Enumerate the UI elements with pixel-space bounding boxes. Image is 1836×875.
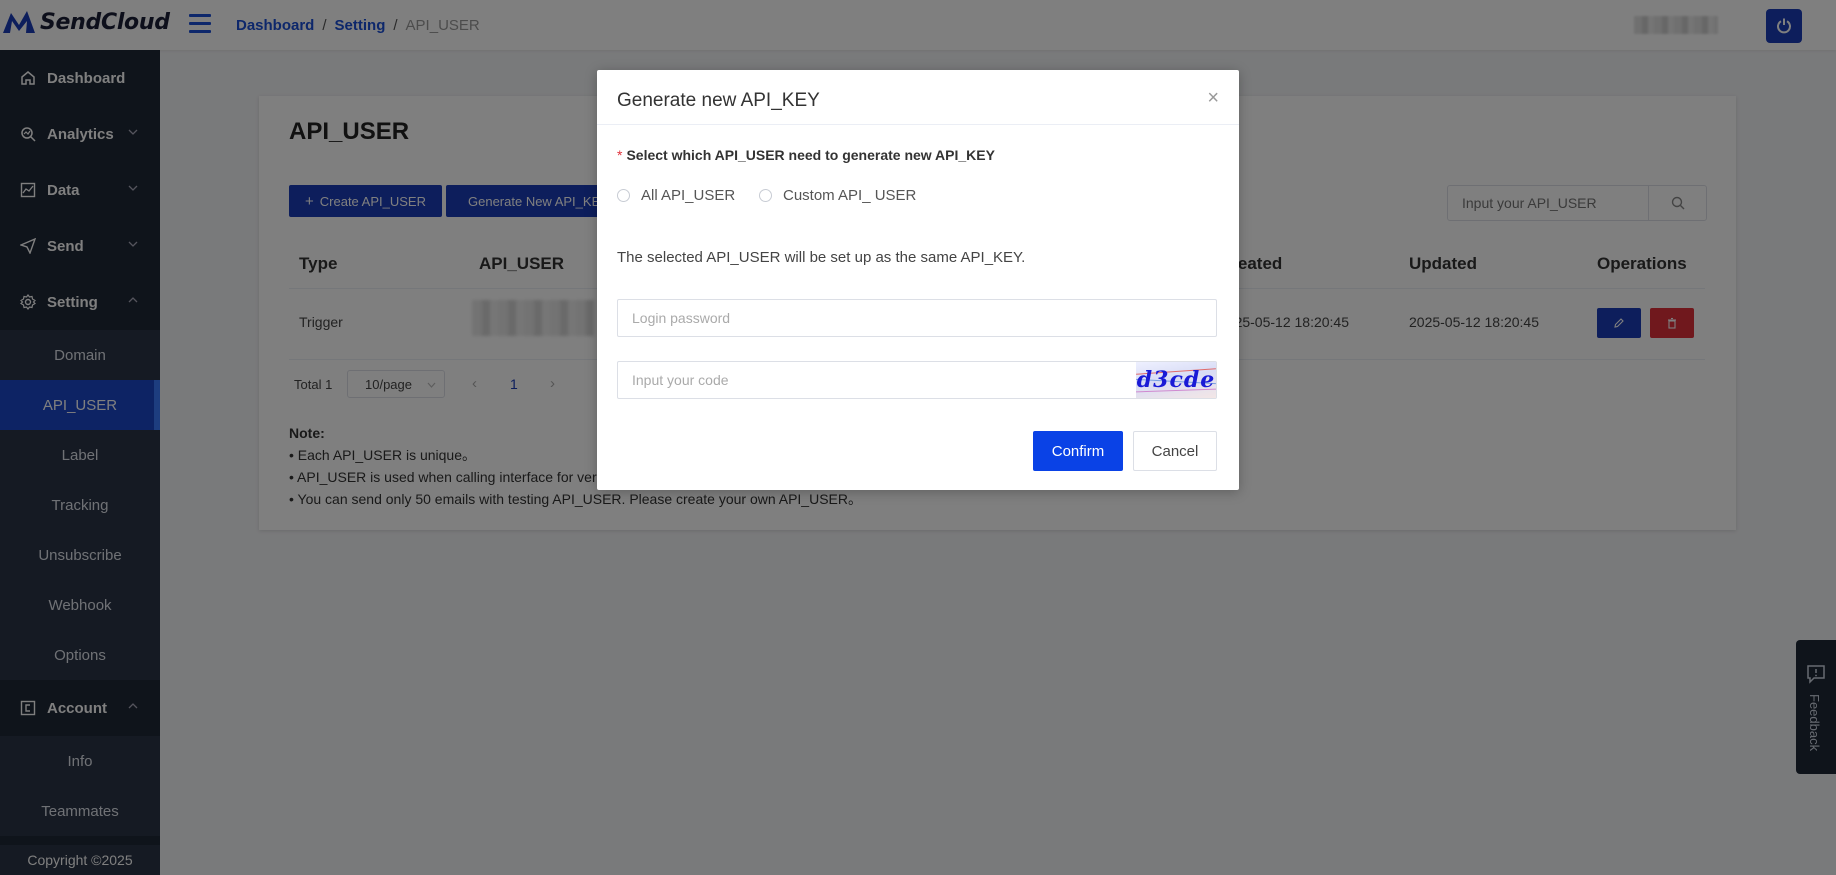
radio-custom-api-user[interactable]: Custom API_ USER xyxy=(759,187,916,204)
select-api-user-label: * Select which API_USER need to generate … xyxy=(617,147,995,163)
code-field: d3cde xyxy=(617,361,1217,399)
close-icon[interactable]: × xyxy=(1207,88,1219,108)
generate-api-key-dialog: Generate new API_KEY × * Select which API… xyxy=(597,70,1239,490)
confirm-button[interactable]: Confirm xyxy=(1033,431,1123,471)
dialog-title: Generate new API_KEY xyxy=(617,90,820,111)
info-text: The selected API_USER will be set up as … xyxy=(617,249,1026,266)
password-field xyxy=(617,299,1217,337)
captcha-text: d3cde xyxy=(1136,367,1216,393)
login-password-input[interactable] xyxy=(618,300,1216,336)
radio-circle[interactable] xyxy=(759,189,772,202)
radio-all-api-user[interactable]: All API_USER xyxy=(617,187,735,204)
radio-circle[interactable] xyxy=(617,189,630,202)
required-mark: * xyxy=(617,147,623,163)
captcha-image[interactable]: d3cde xyxy=(1136,362,1216,398)
dialog-divider xyxy=(597,124,1239,125)
cancel-button[interactable]: Cancel xyxy=(1133,431,1217,471)
captcha-code-input[interactable] xyxy=(618,362,1138,398)
